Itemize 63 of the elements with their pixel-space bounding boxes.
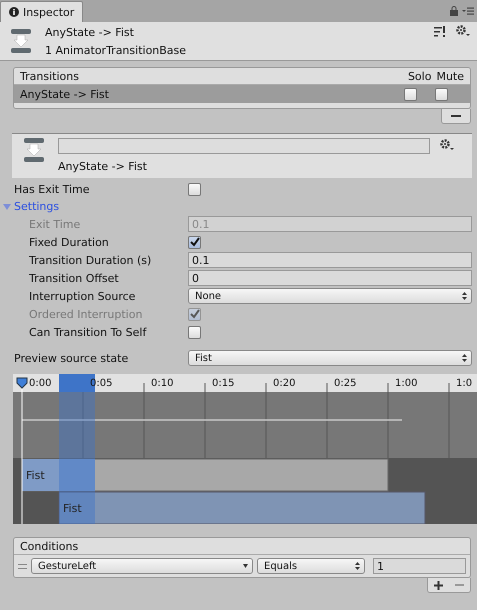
time-label: 0:15: [212, 378, 234, 389]
time-label: 0:25: [334, 378, 356, 389]
remove-button[interactable]: [441, 109, 471, 124]
header-title: AnyState -> Fist: [45, 26, 135, 38]
transitions-title: Transitions: [20, 70, 79, 82]
drag-handle-icon[interactable]: [18, 564, 27, 568]
up-down-arrows-icon: [355, 562, 360, 570]
inspector-tab[interactable]: Inspector: [0, 1, 84, 22]
field-label: Fixed Duration: [29, 236, 110, 248]
lock-icon[interactable]: [450, 6, 458, 16]
transition-icon: [24, 138, 44, 162]
clip-label: Fist: [63, 502, 82, 515]
number-field[interactable]: 0.1: [188, 252, 472, 268]
transition-icon: [11, 29, 31, 53]
field-label: Exit Time: [29, 218, 82, 230]
checkbox[interactable]: [188, 326, 201, 338]
column-header: Solo: [408, 70, 432, 82]
menu-icon[interactable]: [462, 7, 474, 15]
field-label: Can Transition To Self: [29, 326, 148, 338]
number-field[interactable]: 0: [188, 270, 472, 286]
conditions-title: Conditions: [20, 540, 78, 552]
info-icon: [9, 7, 19, 17]
header-subtitle: 1 AnimatorTransitionBase: [45, 44, 186, 56]
clip-label: Fist: [26, 469, 45, 482]
minus-icon: [451, 115, 461, 117]
name-field[interactable]: [58, 138, 430, 154]
field-label: Preview source state: [14, 352, 130, 364]
has-exit-time-checkbox[interactable]: [188, 182, 201, 196]
dropdown[interactable]: GestureLeft: [31, 558, 253, 574]
sliders-icon[interactable]: [434, 26, 447, 37]
mute-checkbox[interactable]: [435, 88, 448, 100]
minus-icon: [455, 584, 464, 586]
plus-icon: [434, 580, 443, 590]
time-label: 0:00: [29, 378, 52, 389]
transition-label: AnyState -> Fist: [58, 160, 148, 173]
add-button[interactable]: [427, 578, 449, 593]
field-label: Transition Offset: [29, 272, 120, 284]
checkbox[interactable]: [188, 236, 201, 248]
dropdown[interactable]: Fist: [188, 350, 472, 366]
foldout-triangle-icon: [3, 202, 11, 210]
field-label: Transition Duration (s): [29, 254, 152, 266]
timeline-ruler[interactable]: [13, 374, 477, 392]
time-label: 1:00: [395, 378, 418, 389]
value-field[interactable]: 1: [373, 558, 466, 574]
solo-checkbox[interactable]: [404, 88, 417, 100]
column-header: Mute: [436, 70, 464, 82]
time-label: 1:0: [456, 378, 472, 389]
field-label: Ordered Interruption: [29, 308, 144, 320]
up-down-arrows-icon: [462, 354, 467, 362]
time-label: 0:20: [273, 378, 296, 389]
dropdown[interactable]: Equals: [257, 558, 365, 574]
field-label: Has Exit Time: [14, 182, 90, 196]
time-label: 0:10: [151, 378, 174, 389]
transition-name: AnyState -> Fist: [20, 88, 109, 100]
up-down-arrows-icon: [462, 292, 467, 300]
settings-foldout[interactable]: Settings: [0, 198, 477, 215]
transition-row[interactable]: AnyState -> Fist: [14, 85, 470, 103]
dropdown[interactable]: None: [188, 288, 472, 304]
settings-icon[interactable]: [440, 139, 454, 151]
settings-icon[interactable]: [456, 25, 470, 37]
field-label: Interruption Source: [29, 290, 136, 302]
caret-icon: [243, 564, 248, 568]
playhead-marker[interactable]: [16, 378, 28, 389]
